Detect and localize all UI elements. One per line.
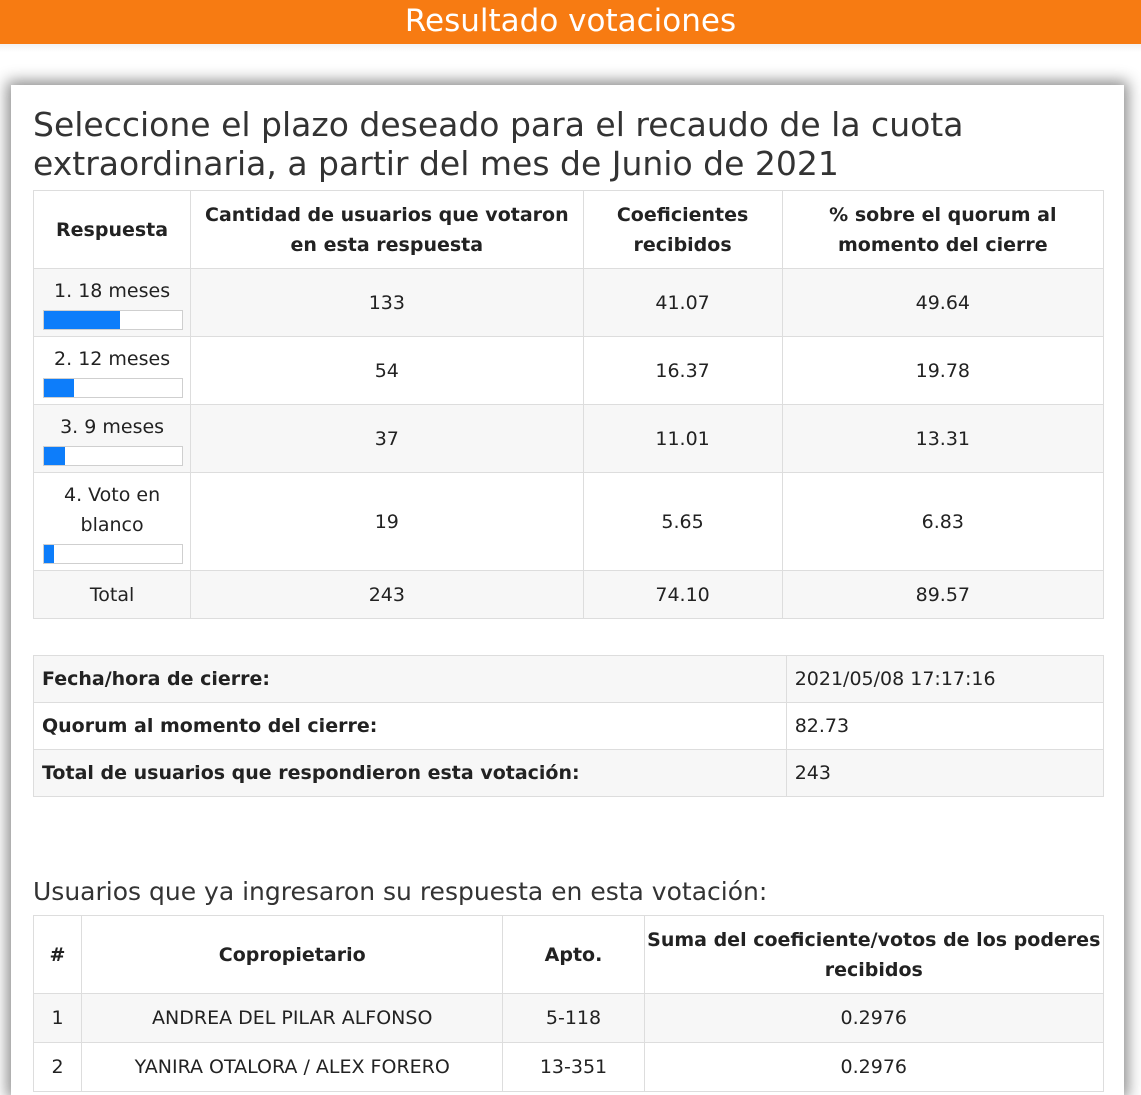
summary-table: Fecha/hora de cierre: 2021/05/08 17:17:1… bbox=[33, 655, 1105, 797]
users-count: 54 bbox=[190, 336, 584, 405]
coef-sum: 0.2976 bbox=[643, 1042, 1105, 1092]
pct-value: 6.83 bbox=[781, 472, 1105, 571]
quorum-value: 82.73 bbox=[785, 702, 1105, 750]
summary-row: Quorum al momento del cierre: 82.73 bbox=[33, 702, 1105, 750]
users-count: 133 bbox=[190, 268, 584, 337]
row-number: 1 bbox=[32, 993, 83, 1043]
vote-progress-bar bbox=[43, 309, 183, 330]
coef-value: 41.07 bbox=[582, 268, 783, 337]
coef-sum: 0.2976 bbox=[643, 993, 1105, 1043]
vote-progress-bar bbox=[43, 377, 183, 398]
answer-label: 2. 12 meses bbox=[54, 347, 171, 370]
total-coef: 74.10 bbox=[582, 570, 783, 619]
col-apto: Apto. bbox=[502, 915, 645, 994]
table-row: 2. 12 meses 54 16.37 19.78 bbox=[32, 336, 1105, 405]
col-porcentaje: % sobre el quorum al momento del cierre bbox=[781, 190, 1105, 269]
voters-header-row: # Copropietario Apto. Suma del coeficien… bbox=[32, 915, 1105, 994]
answer-cell: 4. Voto en blanco bbox=[32, 472, 192, 571]
vote-progress-fill bbox=[44, 446, 65, 465]
pct-value: 13.31 bbox=[781, 404, 1105, 473]
users-count: 37 bbox=[190, 404, 584, 473]
coef-value: 11.01 bbox=[582, 404, 783, 473]
question-title: Seleccione el plazo deseado para el reca… bbox=[33, 105, 964, 183]
owner-name: ANDREA DEL PILAR ALFONSO bbox=[81, 993, 504, 1043]
apartment: 13-351 bbox=[502, 1042, 645, 1092]
voters-title: Usuarios que ya ingresaron su respuesta … bbox=[33, 877, 768, 906]
users-count: 19 bbox=[190, 472, 584, 571]
total-users-label: Total de usuarios que respondieron esta … bbox=[33, 749, 787, 797]
pct-value: 49.64 bbox=[781, 268, 1105, 337]
table-row: 4. Voto en blanco 19 5.65 6.83 bbox=[32, 472, 1105, 571]
vote-progress-fill bbox=[44, 310, 120, 329]
total-row: Total 243 74.10 89.57 bbox=[32, 570, 1105, 619]
app-header: Resultado votaciones bbox=[0, 0, 1141, 52]
vote-progress-bar bbox=[43, 445, 183, 466]
table-row: 1. 18 meses 133 41.07 49.64 bbox=[32, 268, 1105, 337]
col-coeficientes: Coeficientes recibidos bbox=[582, 190, 783, 269]
apartment: 5-118 bbox=[502, 993, 645, 1043]
coef-value: 5.65 bbox=[582, 472, 783, 571]
table-row: 1 ANDREA DEL PILAR ALFONSO 5-118 0.2976 bbox=[32, 993, 1105, 1043]
col-copropietario: Copropietario bbox=[81, 915, 504, 994]
quorum-label: Quorum al momento del cierre: bbox=[33, 702, 787, 750]
close-date-value: 2021/05/08 17:17:16 bbox=[785, 655, 1105, 703]
voters-table: # Copropietario Apto. Suma del coeficien… bbox=[32, 915, 1105, 1092]
row-number: 2 bbox=[32, 1042, 83, 1092]
results-card: Seleccione el plazo deseado para el reca… bbox=[11, 85, 1124, 1095]
vote-progress-bar bbox=[43, 543, 183, 564]
owner-name: YANIRA OTALORA / ALEX FORERO bbox=[81, 1042, 504, 1092]
answer-cell: 3. 9 meses bbox=[32, 404, 192, 473]
table-row: 2 YANIRA OTALORA / ALEX FORERO 13-351 0.… bbox=[32, 1042, 1105, 1092]
coef-value: 16.37 bbox=[582, 336, 783, 405]
answer-cell: 1. 18 meses bbox=[32, 268, 192, 337]
answer-label: 4. Voto en blanco bbox=[63, 483, 161, 536]
col-suma: Suma del coeficiente/votos de los podere… bbox=[643, 915, 1105, 994]
results-header-row: Respuesta Cantidad de usuarios que votar… bbox=[32, 190, 1105, 269]
pct-value: 19.78 bbox=[781, 336, 1105, 405]
page-title: Resultado votaciones bbox=[404, 3, 737, 39]
table-row: 3. 9 meses 37 11.01 13.31 bbox=[32, 404, 1105, 473]
col-respuesta: Respuesta bbox=[32, 190, 192, 269]
col-number: # bbox=[32, 915, 83, 994]
answer-label: 1. 18 meses bbox=[54, 279, 171, 302]
answer-label: 3. 9 meses bbox=[60, 415, 165, 438]
close-date-label: Fecha/hora de cierre: bbox=[33, 655, 787, 703]
total-pct: 89.57 bbox=[781, 570, 1105, 619]
answer-cell: 2. 12 meses bbox=[32, 336, 192, 405]
results-table: Respuesta Cantidad de usuarios que votar… bbox=[32, 190, 1105, 619]
total-users-value: 243 bbox=[785, 749, 1105, 797]
vote-progress-fill bbox=[44, 378, 75, 397]
summary-row: Fecha/hora de cierre: 2021/05/08 17:17:1… bbox=[33, 655, 1105, 703]
header-shadow bbox=[0, 44, 1141, 52]
total-users: 243 bbox=[190, 570, 584, 619]
col-cantidad: Cantidad de usuarios que votaron en esta… bbox=[190, 190, 584, 269]
summary-row: Total de usuarios que respondieron esta … bbox=[33, 749, 1105, 797]
vote-progress-fill bbox=[44, 544, 54, 563]
total-label: Total bbox=[32, 570, 192, 619]
